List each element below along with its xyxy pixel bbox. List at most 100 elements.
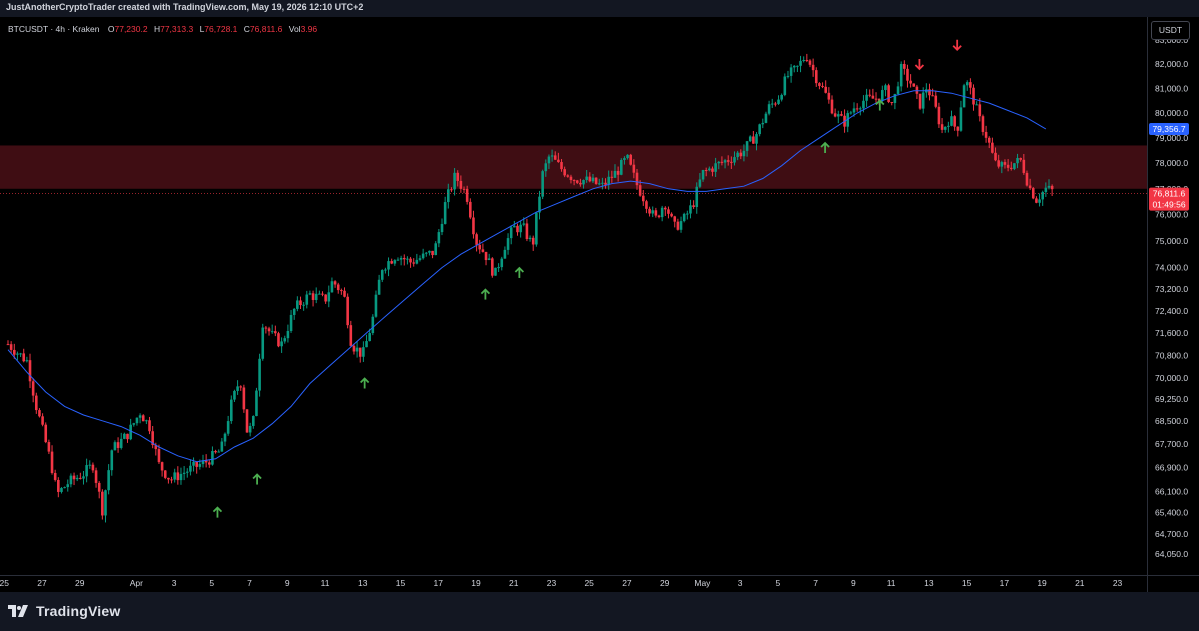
candle-body [75, 477, 79, 480]
time-tick-label: 19 [471, 578, 481, 588]
candle-body [465, 188, 469, 202]
candle-body [500, 258, 504, 268]
candle-body [1044, 187, 1048, 193]
price-chart[interactable]: 83,000.082,000.081,000.080,000.079,000.0… [0, 17, 1199, 592]
candle-body [327, 292, 331, 302]
candle-body [991, 142, 994, 153]
candle-body [585, 176, 588, 180]
candle-body [805, 59, 809, 61]
price-axis: 83,000.082,000.081,000.080,000.079,000.0… [1155, 35, 1188, 559]
price-tick-label: 67,700.0 [1155, 439, 1188, 449]
tradingview-logo[interactable]: TradingView [8, 603, 120, 619]
candle-body [1022, 159, 1026, 173]
candle-body [862, 100, 865, 109]
candle-body [1006, 164, 1010, 168]
candle-body [821, 85, 824, 87]
candle-body [176, 472, 180, 481]
volume-label: Vol [288, 24, 301, 34]
candle-body [1003, 162, 1007, 165]
candle-body [947, 125, 950, 127]
candle-body [497, 267, 500, 269]
candle-body [1050, 185, 1054, 190]
candle-body [616, 170, 620, 175]
time-tick-label: 29 [75, 578, 85, 588]
candle-body [28, 360, 32, 382]
candle-body [789, 67, 793, 76]
candle-body [588, 176, 592, 182]
candle-body [742, 150, 746, 157]
candle-body [280, 341, 283, 347]
candle-body [1000, 162, 1004, 167]
candle-body [308, 293, 312, 295]
candle-body [940, 124, 944, 130]
time-tick-label: 9 [851, 578, 856, 588]
candle-body [855, 108, 859, 110]
candle-body [1009, 167, 1013, 169]
candle-body [365, 341, 368, 348]
price-tick-label: 81,000.0 [1155, 83, 1188, 93]
candle-body [173, 472, 176, 480]
candle-body [53, 472, 57, 480]
candle-body [726, 160, 730, 162]
time-tick-label: 23 [547, 578, 557, 588]
candle-body [755, 134, 758, 144]
candle-body [85, 465, 88, 477]
candle-body [626, 154, 629, 159]
candle-body [975, 104, 978, 106]
price-tick-label: 71,600.0 [1155, 328, 1188, 338]
candle-body [343, 290, 346, 297]
candle-body [550, 155, 554, 157]
candle-body [302, 304, 305, 306]
candle-body [1025, 172, 1029, 186]
tradingview-icon [8, 605, 28, 617]
candle-body [965, 82, 969, 86]
candle-body [594, 177, 598, 184]
close-value: 76,811.6 [249, 24, 283, 34]
candle-body [648, 208, 651, 214]
candle-body [1013, 163, 1016, 169]
candle-body [836, 114, 840, 117]
candle-body [714, 163, 717, 172]
symbol-label[interactable]: BTCUSDT · 4h · Kraken [8, 24, 99, 34]
candle-body [145, 420, 148, 422]
candle-body [384, 269, 387, 271]
price-tick-label: 73,200.0 [1155, 284, 1188, 294]
candle-body [969, 82, 972, 88]
candle-body [997, 160, 1000, 167]
candle-body [692, 205, 695, 208]
candle-body [283, 338, 287, 342]
candle-body [717, 161, 721, 164]
candle-body [60, 488, 63, 492]
candle-body [528, 237, 532, 240]
candle-body [160, 462, 164, 471]
candle-body [101, 491, 104, 516]
price-tick-label: 74,000.0 [1155, 263, 1188, 273]
candle-body [645, 201, 648, 209]
price-tick-label: 70,800.0 [1155, 350, 1188, 360]
candle-body [808, 60, 812, 65]
up-arrow-icon [360, 377, 370, 389]
candle-body [984, 131, 988, 138]
candle-body [267, 328, 271, 332]
candle-body [138, 415, 142, 418]
currency-button[interactable]: USDT [1151, 21, 1190, 40]
candle-body [119, 438, 123, 448]
candle-body [1038, 199, 1041, 203]
candle-body [777, 99, 780, 104]
candle-body [607, 176, 610, 185]
candle-body [673, 216, 677, 222]
candle-body [519, 224, 522, 233]
price-tick-label: 75,000.0 [1155, 236, 1188, 246]
candle-body [1016, 158, 1019, 164]
candle-body [352, 345, 356, 352]
candle-body [978, 104, 982, 117]
candle-body [572, 180, 576, 182]
time-tick-label: 25 [0, 578, 9, 588]
candle-body [597, 183, 601, 185]
candle-body [912, 83, 916, 87]
candle-body [311, 293, 315, 300]
candle-body [321, 293, 324, 295]
time-tick-label: 19 [1037, 578, 1047, 588]
candle-body [560, 162, 563, 170]
candle-body [972, 87, 975, 105]
